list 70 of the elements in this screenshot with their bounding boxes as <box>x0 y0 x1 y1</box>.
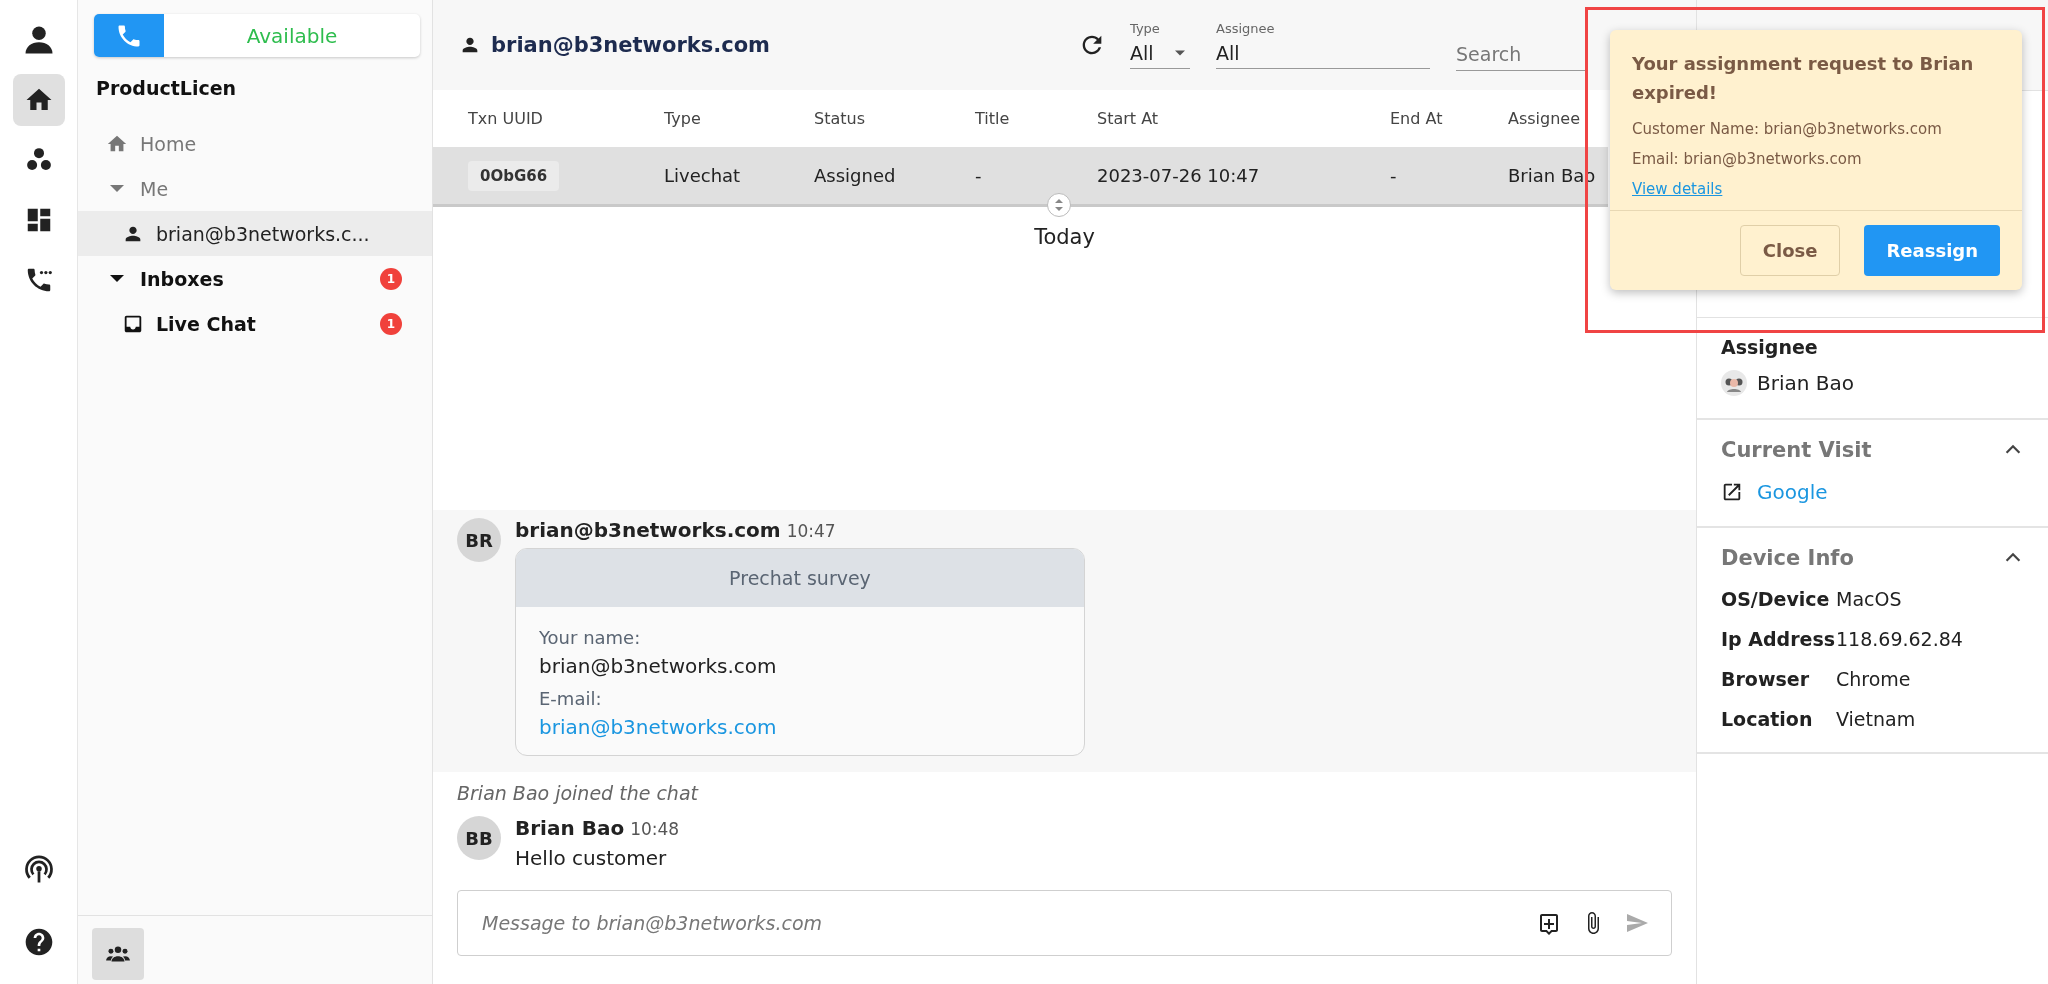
table-cell-text: Assigned <box>814 165 897 186</box>
group-button[interactable] <box>92 928 144 980</box>
property-value: 118.69.62.84 <box>1836 628 1964 650</box>
system-message: Brian Bao joined the chat <box>456 781 700 806</box>
property-label: Browser <box>1721 668 1811 690</box>
broadcast-icon <box>23 855 54 885</box>
avatar: BB <box>457 816 501 860</box>
assignee-field[interactable]: All <box>1216 38 1430 69</box>
note-add-icon <box>1537 911 1561 935</box>
survey-label: E-mail: <box>539 688 603 709</box>
column-header: End At <box>1390 109 1444 128</box>
avatar: BR <box>457 518 501 562</box>
survey-title: Prechat survey <box>516 549 1084 607</box>
external-link-icon <box>1721 481 1743 503</box>
field-label: Assignee <box>1216 21 1276 36</box>
count-badge: 1 <box>380 312 402 335</box>
message-input[interactable]: Message to brian@b3networks.com <box>480 911 1517 935</box>
property-value: Vietnam <box>1836 708 1917 730</box>
email-link[interactable]: brian@b3networks.com <box>539 715 1061 739</box>
organization-name: ProductLicen <box>96 77 238 99</box>
table-cell-text: - <box>1390 165 1398 186</box>
property-label: Ip Address <box>1721 628 1836 650</box>
visit-link[interactable]: Google <box>1757 480 1828 504</box>
column-header: Txn UUID <box>468 109 544 128</box>
message-field[interactable]: Message to brian@b3networks.com <box>457 890 1672 956</box>
section-title: Current Visit <box>1721 438 1872 462</box>
message-time: 10:47 <box>786 521 836 541</box>
section-title: Device Info <box>1721 546 1854 570</box>
sender-name: Brian Bao <box>515 816 625 840</box>
notification-text: Customer Name: brian@b3networks.com <box>1632 119 1943 138</box>
field-label: Type <box>1130 21 1161 36</box>
avatar-icon <box>1721 370 1747 396</box>
note-button[interactable] <box>1537 911 1561 935</box>
assignee-name: Brian Bao <box>1757 371 1854 395</box>
column-header: Type <box>664 109 702 128</box>
nav-item[interactable]: Inboxes 1 <box>78 256 432 301</box>
table-cell-text: Livechat <box>664 165 742 186</box>
sender-name: brian@b3networks.com <box>515 518 781 542</box>
table-cell-text: 2023-07-26 10:47 <box>1097 165 1261 186</box>
nav-item[interactable]: brian@b3networks.c... <box>78 211 432 256</box>
survey-label: Your name: <box>539 627 642 648</box>
type-dropdown[interactable]: All <box>1130 38 1190 69</box>
property-value: MacOS <box>1836 588 1903 610</box>
nav-item[interactable]: Home <box>78 121 432 166</box>
column-header: Title <box>975 109 1011 128</box>
resize-handle[interactable] <box>1047 193 1071 217</box>
property-label: Location <box>1721 708 1814 730</box>
table-cell-text: - <box>975 165 983 186</box>
message-text: Hello customer <box>515 846 668 870</box>
rail-button[interactable] <box>12 74 65 126</box>
nav-item[interactable]: Me <box>78 166 432 211</box>
view-details-link[interactable]: View details <box>1632 179 1723 198</box>
conversation-title: brian@b3networks.com <box>491 33 771 57</box>
search-field[interactable]: Search <box>1456 37 1586 71</box>
count-badge: 1 <box>380 267 402 290</box>
reassign-button[interactable]: Reassign <box>1864 224 2000 276</box>
property-label: OS/Device <box>1721 588 1831 610</box>
nav-item[interactable]: Live Chat 1 <box>78 301 432 346</box>
message-time: 10:48 <box>630 819 680 839</box>
notification-title: Your assignment request to Brian expired! <box>1632 52 1975 105</box>
survey-value: brian@b3networks.com <box>539 654 778 678</box>
property-value: Chrome <box>1836 668 1912 690</box>
column-header: Start At <box>1097 109 1160 128</box>
column-header: Status <box>814 109 866 128</box>
send-icon <box>1625 911 1649 935</box>
close-button[interactable]: Close <box>1739 224 1841 276</box>
assignee-label: Assignee <box>1721 336 1819 358</box>
date-divider: Today <box>1033 225 1096 249</box>
notification-text: Email: brian@b3networks.com <box>1632 149 1863 168</box>
id-chip: 0ObG66 <box>468 160 560 191</box>
